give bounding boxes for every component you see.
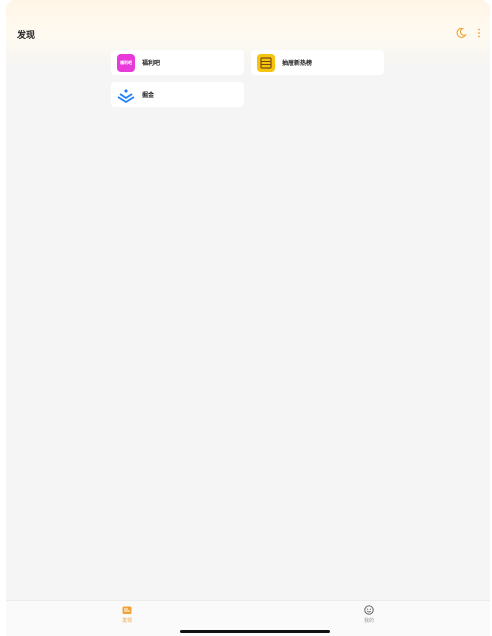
source-card-label: 福利吧	[142, 60, 161, 67]
source-card-label: 抽屉新热榜	[282, 60, 313, 67]
source-card-chouti[interactable]: 抽屉新热榜	[251, 50, 384, 75]
more-menu-icon[interactable]	[476, 27, 482, 39]
tab-mine[interactable]: 我的	[349, 605, 389, 624]
juejin-logo-icon	[117, 89, 135, 103]
top-bar: 发现	[6, 0, 490, 64]
home-indicator	[180, 630, 330, 633]
app-window: 发现 福利吧 福利吧 抽屉新热榜 掘金 发现 我的	[6, 0, 490, 636]
tab-label: 我的	[363, 618, 374, 624]
profile-icon	[364, 605, 374, 615]
source-card-fulibar[interactable]: 福利吧 福利吧	[111, 50, 244, 75]
source-card-label: 掘金	[142, 92, 155, 99]
fulibar-logo-icon: 福利吧	[117, 54, 135, 72]
tab-label: 发现	[121, 618, 132, 624]
discover-icon	[122, 606, 132, 614]
source-card-juejin[interactable]: 掘金	[111, 82, 244, 107]
chouti-logo-icon	[257, 54, 275, 72]
tab-discover[interactable]: 发现	[107, 605, 147, 624]
page-title: 发现	[17, 31, 36, 41]
dark-mode-moon-icon[interactable]	[455, 27, 467, 39]
